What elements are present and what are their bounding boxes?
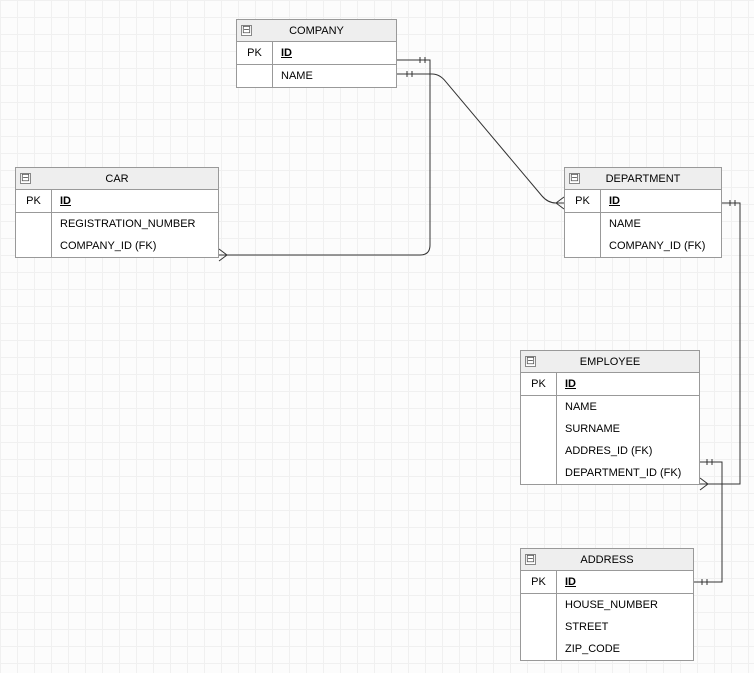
attr: COMPANY_ID (FK) — [601, 235, 721, 257]
attr: HOUSE_NUMBER — [557, 594, 693, 616]
entity-header[interactable]: ⊟ ADDRESS — [521, 549, 693, 571]
attr: SURNAME — [557, 418, 699, 440]
attr: NAME — [601, 213, 721, 235]
pk-label: PK — [237, 42, 273, 64]
entity-title: EMPLOYEE — [580, 356, 641, 368]
collapse-icon[interactable]: ⊟ — [525, 554, 536, 565]
attr: ADDRES_ID (FK) — [557, 440, 699, 462]
pk-label: PK — [521, 571, 557, 593]
entity-title: CAR — [105, 173, 128, 185]
attr: NAME — [273, 65, 396, 87]
entity-header[interactable]: ⊟ COMPANY — [237, 20, 396, 42]
rel-company-car — [219, 60, 430, 255]
entity-department[interactable]: ⊟ DEPARTMENT PK ID NAME COMPANY_ID (FK) — [564, 167, 722, 258]
entity-car[interactable]: ⊟ CAR PK ID REGISTRATION_NUMBER COMPANY_… — [15, 167, 219, 258]
pk-field: ID — [557, 571, 693, 593]
attr: DEPARTMENT_ID (FK) — [557, 462, 699, 484]
pk-label: PK — [565, 190, 601, 212]
entity-company[interactable]: ⊟ COMPANY PK ID NAME — [236, 19, 397, 88]
attr: REGISTRATION_NUMBER — [52, 213, 218, 235]
entity-title: DEPARTMENT — [606, 173, 681, 185]
attr: COMPANY_ID (FK) — [52, 235, 218, 257]
rel-company-department — [397, 74, 564, 203]
pk-label: PK — [521, 373, 557, 395]
entity-employee[interactable]: ⊟ EMPLOYEE PK ID NAME SURNAME ADDRES_ID … — [520, 350, 700, 485]
collapse-icon[interactable]: ⊟ — [241, 25, 252, 36]
pk-label: PK — [16, 190, 52, 212]
collapse-icon[interactable]: ⊟ — [525, 356, 536, 367]
collapse-icon[interactable]: ⊟ — [20, 173, 31, 184]
attr: ZIP_CODE — [557, 638, 693, 660]
entity-title: COMPANY — [289, 25, 344, 37]
pk-field: ID — [52, 190, 218, 212]
entity-header[interactable]: ⊟ CAR — [16, 168, 218, 190]
collapse-icon[interactable]: ⊟ — [569, 173, 580, 184]
pk-field: ID — [601, 190, 721, 212]
pk-field: ID — [557, 373, 699, 395]
pk-field: ID — [273, 42, 396, 64]
entity-address[interactable]: ⊟ ADDRESS PK ID HOUSE_NUMBER STREET ZIP_… — [520, 548, 694, 661]
attr: STREET — [557, 616, 693, 638]
attr: NAME — [557, 396, 699, 418]
entity-header[interactable]: ⊟ DEPARTMENT — [565, 168, 721, 190]
entity-title: ADDRESS — [580, 554, 633, 566]
entity-header[interactable]: ⊟ EMPLOYEE — [521, 351, 699, 373]
